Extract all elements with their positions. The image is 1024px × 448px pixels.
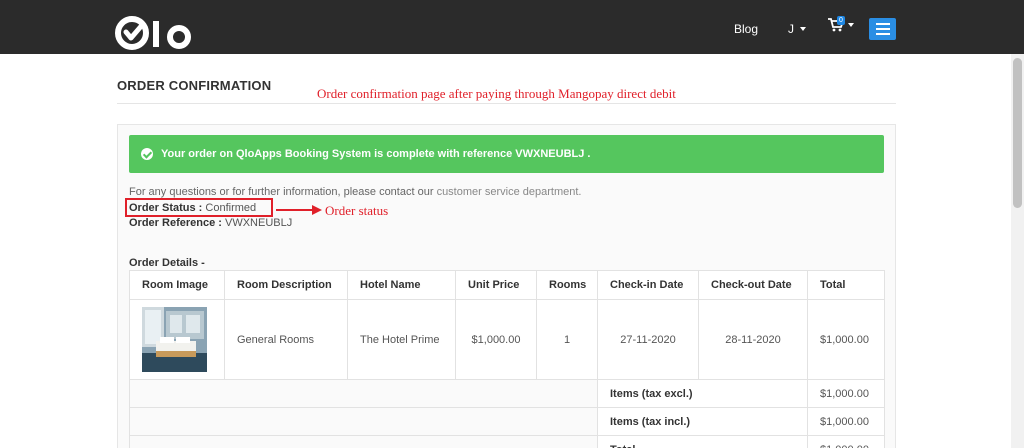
column-header: Rooms xyxy=(536,270,598,300)
column-header: Room Image xyxy=(129,270,225,300)
row-total: $1,000.00 xyxy=(807,299,885,380)
column-header: Check-in Date xyxy=(597,270,699,300)
summary-row: Items (tax excl.) $1,000.00 xyxy=(129,379,885,408)
annotation-status-note: Order status xyxy=(325,203,389,218)
scrollbar-thumb[interactable] xyxy=(1013,58,1022,208)
order-reference: Order Reference : VWXNEUBLJ xyxy=(129,217,292,229)
room-image xyxy=(142,307,207,372)
hamburger-menu-button[interactable] xyxy=(869,18,896,40)
checkout-date: 28-11-2020 xyxy=(698,299,808,380)
column-header: Room Description xyxy=(224,270,348,300)
summary-label: Total xyxy=(597,435,808,448)
column-header: Unit Price xyxy=(455,270,537,300)
annotation-highlight-box xyxy=(125,198,273,217)
column-header: Hotel Name xyxy=(347,270,456,300)
annotation-arrow-icon xyxy=(276,205,322,215)
summary-label: Items (tax excl.) xyxy=(597,379,808,408)
summary-value: $1,000.00 xyxy=(807,435,885,448)
nav-blog-link[interactable]: Blog xyxy=(734,22,758,36)
summary-row: Items (tax incl.) $1,000.00 xyxy=(129,407,885,436)
order-reference-value: VWXNEUBLJ xyxy=(225,217,293,229)
rooms-count: 1 xyxy=(536,299,598,380)
order-details-table: Room Image Room Description Hotel Name U… xyxy=(129,270,885,448)
summary-row: Total $1,000.00 xyxy=(129,435,885,448)
qlo-logo[interactable] xyxy=(115,13,201,53)
order-reference-label: Order Reference : xyxy=(129,217,222,229)
contact-info-text: For any questions or for further informa… xyxy=(129,186,582,198)
checkin-date: 27-11-2020 xyxy=(597,299,699,380)
room-description: General Rooms xyxy=(224,299,348,380)
summary-label: Items (tax incl.) xyxy=(597,407,808,436)
nav-user-dropdown[interactable]: J xyxy=(788,22,806,36)
chevron-down-icon xyxy=(800,27,806,31)
table-row: General Rooms The Hotel Prime $1,000.00 … xyxy=(129,299,885,380)
page-title: ORDER CONFIRMATION xyxy=(117,78,272,93)
column-header: Check-out Date xyxy=(698,270,808,300)
chevron-down-icon xyxy=(848,23,854,27)
customer-service-link[interactable]: customer service department. xyxy=(437,186,582,198)
top-navbar: Blog J 0 xyxy=(0,0,1024,54)
nav-user-label: J xyxy=(788,22,794,36)
column-header: Total xyxy=(807,270,885,300)
table-header-row: Room Image Room Description Hotel Name U… xyxy=(129,270,885,300)
cart-count-badge: 0 xyxy=(837,16,845,25)
success-alert-message: Your order on QloApps Booking System is … xyxy=(161,148,591,160)
check-circle-icon xyxy=(141,148,153,160)
unit-price: $1,000.00 xyxy=(455,299,537,380)
summary-value: $1,000.00 xyxy=(807,379,885,408)
page-scrollbar[interactable] xyxy=(1011,54,1024,448)
summary-value: $1,000.00 xyxy=(807,407,885,436)
hamburger-icon xyxy=(875,23,890,25)
hotel-name: The Hotel Prime xyxy=(347,299,456,380)
success-alert: Your order on QloApps Booking System is … xyxy=(129,135,884,173)
room-image-cell xyxy=(129,299,225,380)
annotation-page-note: Order confirmation page after paying thr… xyxy=(317,86,676,101)
order-details-heading: Order Details - xyxy=(129,257,205,269)
title-divider xyxy=(117,103,896,104)
nav-cart-dropdown[interactable]: 0 xyxy=(828,16,854,32)
